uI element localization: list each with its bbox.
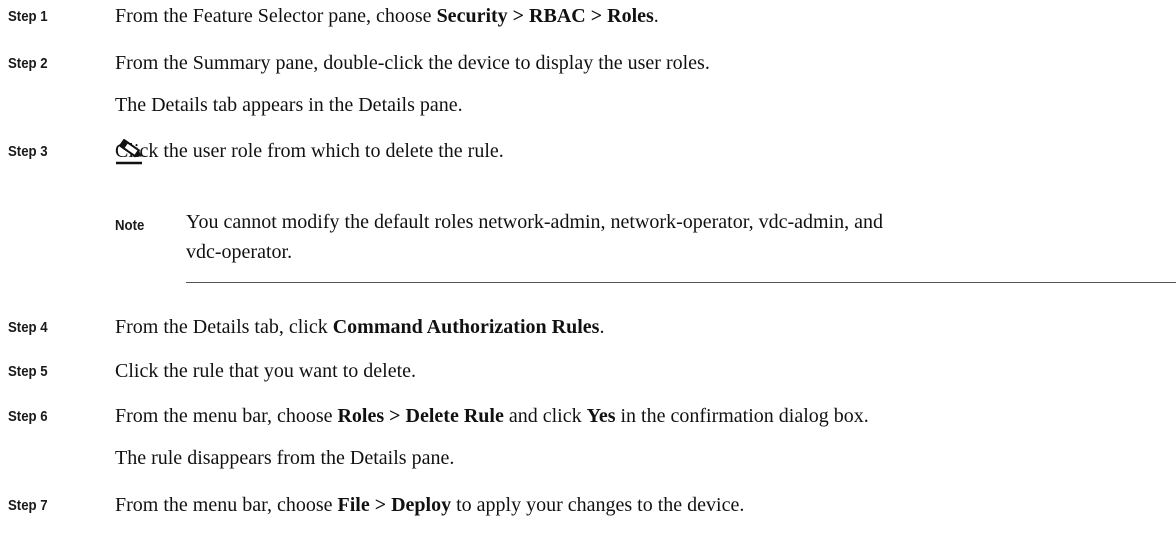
pencil-note-icon: [116, 139, 142, 165]
step-5-label: Step 5: [8, 363, 48, 380]
step-6-text: From the menu bar, choose Roles > Delete…: [115, 405, 869, 427]
note-text-line-2: vdc-operator.: [186, 241, 293, 263]
step-5-text: Click the rule that you want to delete.: [115, 360, 417, 382]
note-label: Note: [115, 217, 145, 234]
step-1-text: From the Feature Selector pane, choose S…: [115, 5, 659, 27]
step-7-label: Step 7: [8, 497, 48, 514]
command-authorization-rules: Command Authorization Rules: [332, 316, 600, 338]
step-6-label: Step 6: [8, 408, 48, 425]
step-7-text: From the menu bar, choose File > Deploy …: [115, 494, 745, 516]
menu-path-security-rbac-roles: Security > RBAC > Roles: [436, 5, 654, 27]
step-1-label: Step 1: [8, 8, 48, 25]
note-bottom-rule: [186, 282, 1176, 283]
step-2-text: From the Summary pane, double-click the …: [115, 52, 710, 74]
step-3-text: Click the user role from which to delete…: [115, 140, 504, 162]
menu-path-file-deploy: File > Deploy: [337, 494, 452, 516]
yes-option: Yes: [586, 405, 616, 427]
step-2-result: The Details tab appears in the Details p…: [115, 94, 463, 116]
step-4-text: From the Details tab, click Command Auth…: [115, 316, 605, 338]
note-text-line-1: You cannot modify the default roles netw…: [186, 211, 883, 233]
step-6-result: The rule disappears from the Details pan…: [115, 447, 455, 469]
menu-path-roles-delete-rule: Roles > Delete Rule: [337, 405, 504, 427]
step-3-label: Step 3: [8, 143, 48, 160]
step-4-label: Step 4: [8, 319, 48, 336]
step-2-label: Step 2: [8, 55, 48, 72]
